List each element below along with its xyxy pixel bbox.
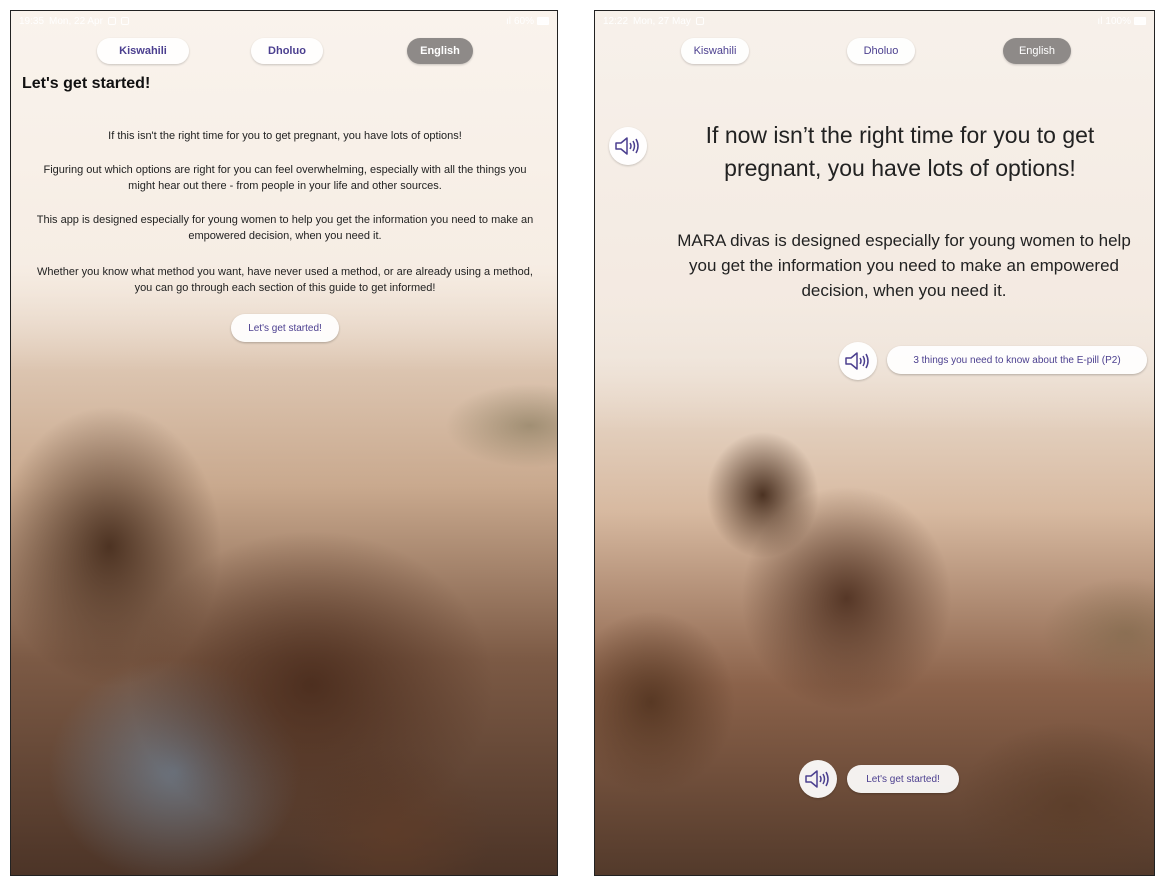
status-bar: 12:22 Mon, 27 May ıl 100% [595,11,1154,31]
intro-paragraph-2: Figuring out which options are right for… [43,164,527,192]
status-battery: 100% [1105,15,1131,27]
settings-icon [120,17,129,25]
signal-icon: ıl [505,15,511,27]
status-time: 19:35 [19,15,45,27]
screenshot-left: 19:35 Mon, 22 Apr ıl 60% Kiswahili Dholu… [10,10,558,876]
title-audio-button[interactable] [609,127,647,165]
status-bar: 19:35 Mon, 22 Apr ıl 60% [11,11,557,31]
status-date: Mon, 22 Apr [49,15,103,27]
intro-paragraph: MARA divas is designed especially for yo… [677,231,1131,300]
battery-icon [1134,17,1146,25]
epill-audio-button[interactable] [839,342,877,380]
start-audio-button[interactable] [799,760,837,798]
get-started-button[interactable]: Let's get started! [847,765,959,793]
page-title: Let's get started! [22,75,151,92]
language-kiswahili-button[interactable]: Kiswahili [97,38,189,64]
notification-icon [107,17,116,25]
status-date: Mon, 27 May [633,15,691,27]
language-dholuo-button[interactable]: Dholuo [251,38,323,64]
intro-paragraph-3: This app is designed especially for youn… [36,214,534,242]
language-english-button[interactable]: English [1003,38,1071,64]
notification-icon [695,17,704,25]
epill-info-button[interactable]: 3 things you need to know about the E-pi… [887,346,1147,374]
page-title: If now isn’t the right time for you to g… [705,122,1095,181]
get-started-button[interactable]: Let's get started! [231,314,339,342]
status-battery: 60% [513,15,534,27]
speaker-icon [845,352,869,370]
screenshot-right: 12:22 Mon, 27 May ıl 100% Kiswahili Dhol… [594,10,1155,876]
language-english-button[interactable]: English [407,38,473,64]
language-dholuo-button[interactable]: Dholuo [847,38,915,64]
speaker-icon [615,137,639,155]
intro-paragraph-4: Whether you know what method you want, h… [37,266,533,294]
speaker-icon [805,770,829,788]
signal-icon: ıl [1097,15,1103,27]
language-kiswahili-button[interactable]: Kiswahili [681,38,749,64]
status-time: 12:22 [603,15,629,27]
battery-icon [537,17,549,25]
intro-paragraph-1: If this isn't the right time for you to … [108,130,462,142]
